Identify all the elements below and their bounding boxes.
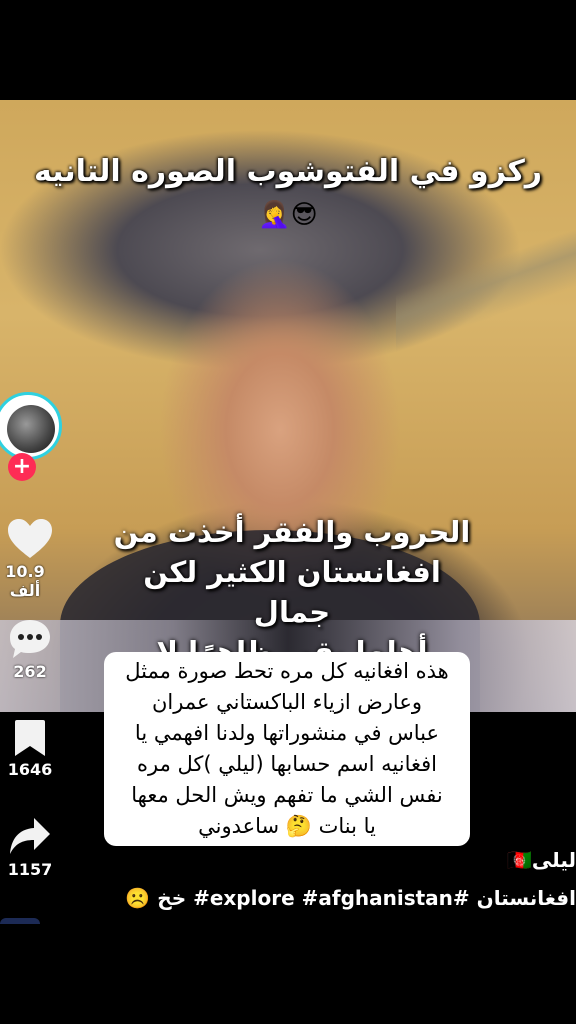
comment-count: 262 (13, 662, 47, 681)
username[interactable]: ليلى🇦🇫 (507, 848, 576, 872)
caption-line: نفس الشي ما تفهم ويش الحل معها (131, 783, 443, 807)
like-count: 10.9 ألف (5, 562, 45, 600)
poem-line: افغانستان الكثير لكن جمال (143, 555, 441, 629)
save-count: 1646 (7, 760, 53, 779)
heart-icon (8, 519, 52, 558)
caption-line: هذه افغانيه كل مره تحط صورة ممثل (125, 659, 449, 683)
poem-line: الحروب والفقر أخذت من (113, 515, 471, 549)
share-action[interactable]: 1157 (0, 816, 60, 879)
video-title-emoji: 🤦‍♀️😎 (258, 200, 318, 230)
video-title-overlay: ركزو في الفتوشوب الصوره التانيه (33, 154, 543, 189)
avatar-image (7, 405, 55, 453)
share-arrow-icon (10, 818, 50, 854)
caption-line: وعارض ازياء الباكستاني عمران (151, 690, 423, 714)
like-action[interactable]: 10.9 ألف (0, 518, 60, 600)
sound-disc[interactable] (0, 918, 40, 924)
bookmark-action[interactable]: 1646 (0, 718, 60, 779)
caption-sticker: هذه افغانيه كل مره تحط صورة ممثل وعارض ا… (104, 652, 470, 846)
caption-line: يا بنات 🤔 ساعدوني (198, 814, 376, 838)
bookmark-icon (15, 720, 45, 756)
caption-line: افغانيه اسم حسابها (ليلي )كل مره (137, 752, 437, 776)
comment-action[interactable]: 262 (0, 618, 60, 681)
comment-bubble-icon (10, 620, 50, 658)
hashtag-line[interactable]: ☹️ خخ #explore #afghanistan# افغانستان (125, 886, 576, 910)
follow-button[interactable]: + (8, 453, 36, 481)
share-count: 1157 (7, 860, 53, 879)
caption-line: عباس في منشوراتها ولدنا افهمي يا (134, 721, 440, 745)
